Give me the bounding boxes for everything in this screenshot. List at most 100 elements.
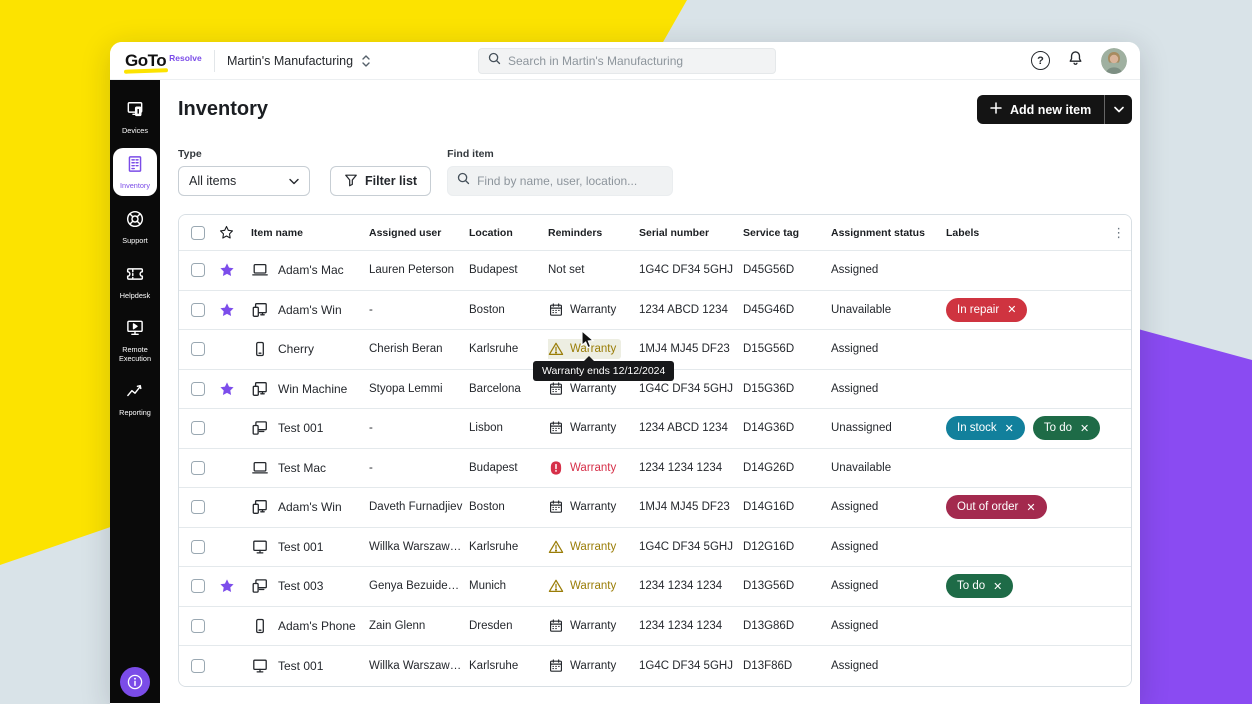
column-header-location[interactable]: Location — [469, 227, 548, 239]
serial-number: 1MJ4 MJ45 DF23 — [639, 343, 743, 355]
reminder[interactable]: Not set — [548, 264, 633, 276]
row-checkbox[interactable] — [191, 461, 205, 475]
remove-label-icon[interactable]: ✕ — [1007, 303, 1016, 316]
table-row[interactable]: Test 003 Genya Bezuidenhout... Munich Wa… — [179, 567, 1131, 607]
reminder[interactable]: Warranty — [548, 460, 633, 476]
service-tag: D14G16D — [743, 501, 831, 513]
main-content: Inventory Add new item Type — [160, 80, 1140, 703]
remove-label-icon[interactable]: ✕ — [1005, 422, 1014, 435]
table-row[interactable]: Test 001 Willka Warszawski Karlsruhe War… — [179, 646, 1131, 686]
location: Budapest — [469, 462, 548, 474]
item-name: Test Mac — [278, 461, 326, 475]
sidebar-item-devices[interactable]: Devices — [113, 93, 157, 141]
label-badge[interactable]: In repair✕ — [946, 298, 1027, 322]
plus-icon — [990, 102, 1002, 117]
assigned-user: - — [369, 304, 469, 316]
label-text: Out of order — [957, 501, 1018, 513]
user-avatar[interactable] — [1101, 48, 1127, 74]
sidebar-item-support[interactable]: Support — [113, 203, 157, 251]
remove-label-icon[interactable]: ✕ — [1026, 501, 1035, 514]
location: Karlsruhe — [469, 541, 548, 553]
table-row[interactable]: Test 001 - Lisbon Warranty 1234 ABCD 123… — [179, 409, 1131, 449]
reminder[interactable]: Warranty — [548, 499, 633, 515]
label-badge[interactable]: Out of order ✕ — [946, 495, 1047, 519]
company-selector[interactable]: Martin's Manufacturing — [227, 54, 371, 68]
remote-execution-icon — [125, 318, 145, 343]
notifications-bell-icon[interactable] — [1067, 49, 1084, 72]
column-header-reminders[interactable]: Reminders — [548, 227, 639, 239]
row-checkbox[interactable] — [191, 421, 205, 435]
calendar-icon — [548, 658, 564, 674]
assigned-user: Styopa Lemmi — [369, 383, 469, 395]
row-checkbox[interactable] — [191, 659, 205, 673]
help-icon[interactable]: ? — [1031, 51, 1050, 70]
assignment-status: Assigned — [831, 501, 946, 513]
star-filled-icon[interactable] — [217, 381, 251, 397]
reminder[interactable]: Warranty — [548, 578, 633, 594]
reminder[interactable]: Warranty — [548, 618, 633, 634]
remove-label-icon[interactable]: ✕ — [993, 580, 1002, 593]
find-item-label: Find item — [447, 148, 673, 160]
column-header-labels[interactable]: Labels — [946, 227, 1106, 239]
table-row[interactable]: Adam's Mac Lauren Peterson Budapest Not … — [179, 251, 1131, 291]
assignment-status: Assigned — [831, 541, 946, 553]
reminder[interactable]: Warranty — [548, 420, 633, 436]
remove-label-icon[interactable]: ✕ — [1080, 422, 1089, 435]
warranty-tooltip: Warranty ends 12/12/2024 — [533, 361, 674, 381]
desktop-phone-icon — [251, 380, 269, 398]
item-name: Test 003 — [278, 579, 323, 593]
sidebar-item-helpdesk[interactable]: Helpdesk — [113, 258, 157, 306]
table-row[interactable]: Test 001 Willka Warszawski Karlsruhe War… — [179, 528, 1131, 568]
star-filled-icon[interactable] — [217, 302, 251, 318]
column-header-service-tag[interactable]: Service tag — [743, 227, 831, 239]
filter-list-button[interactable]: Filter list — [330, 166, 431, 196]
star-filled-icon[interactable] — [217, 262, 251, 278]
service-tag: D45G56D — [743, 264, 831, 276]
devices-icon — [125, 99, 145, 124]
global-search-placeholder: Search in Martin's Manufacturing — [508, 54, 683, 68]
row-checkbox[interactable] — [191, 303, 205, 317]
column-header-assigned-user[interactable]: Assigned user — [369, 227, 469, 239]
table-row[interactable]: Test Mac - Budapest Warranty 1234 1234 1… — [179, 449, 1131, 489]
item-name: Adam's Phone — [278, 619, 356, 633]
serial-number: 1234 1234 1234 — [639, 620, 743, 632]
row-checkbox[interactable] — [191, 540, 205, 554]
row-checkbox[interactable] — [191, 619, 205, 633]
info-button[interactable] — [120, 667, 150, 697]
select-all-checkbox[interactable] — [191, 226, 205, 240]
row-checkbox[interactable] — [191, 263, 205, 277]
row-checkbox[interactable] — [191, 382, 205, 396]
label-badge[interactable]: In stock✕ — [946, 416, 1025, 440]
reminder-text: Warranty — [570, 501, 616, 513]
sidebar-item-reporting[interactable]: Reporting — [113, 375, 157, 423]
find-item-input[interactable]: Find by name, user, location... — [447, 166, 673, 196]
add-item-dropdown-toggle[interactable] — [1105, 106, 1132, 113]
label-badge[interactable]: To do✕ — [946, 574, 1013, 598]
table-row[interactable]: Adam's Phone Zain Glenn Dresden Warranty… — [179, 607, 1131, 647]
type-select[interactable]: All items — [178, 166, 310, 196]
column-header-serial-number[interactable]: Serial number — [639, 227, 743, 239]
sidebar-item-inventory[interactable]: Inventory — [113, 148, 157, 196]
reminder[interactable]: Warranty — [548, 381, 633, 397]
table-row[interactable]: Adam's Win - Boston Warranty 1234 ABCD 1… — [179, 291, 1131, 331]
location: Karlsruhe — [469, 343, 548, 355]
reminder[interactable]: Warranty — [548, 539, 633, 555]
row-checkbox[interactable] — [191, 579, 205, 593]
table-options-kebab-icon[interactable] — [1106, 225, 1131, 241]
serial-number: 1234 ABCD 1234 — [639, 422, 743, 434]
service-tag: D45G46D — [743, 304, 831, 316]
row-checkbox[interactable] — [191, 342, 205, 356]
add-new-item-button[interactable]: Add new item — [977, 95, 1132, 124]
row-checkbox[interactable] — [191, 500, 205, 514]
sidebar-item-remote-execution[interactable]: Remote Execution — [113, 313, 157, 368]
reminder[interactable]: Warranty — [548, 302, 633, 318]
phone-icon — [251, 340, 269, 358]
column-header-assignment-status[interactable]: Assignment status — [831, 227, 946, 239]
label-badge[interactable]: To do✕ — [1033, 416, 1100, 440]
reminder[interactable]: Warranty — [548, 658, 633, 674]
star-filled-icon[interactable] — [217, 578, 251, 594]
star-column-header[interactable] — [217, 225, 251, 240]
table-row[interactable]: Adam's Win Daveth Furnadjiev Boston Warr… — [179, 488, 1131, 528]
global-search-input[interactable]: Search in Martin's Manufacturing — [478, 48, 776, 74]
column-header-item-name[interactable]: Item name — [251, 227, 369, 239]
